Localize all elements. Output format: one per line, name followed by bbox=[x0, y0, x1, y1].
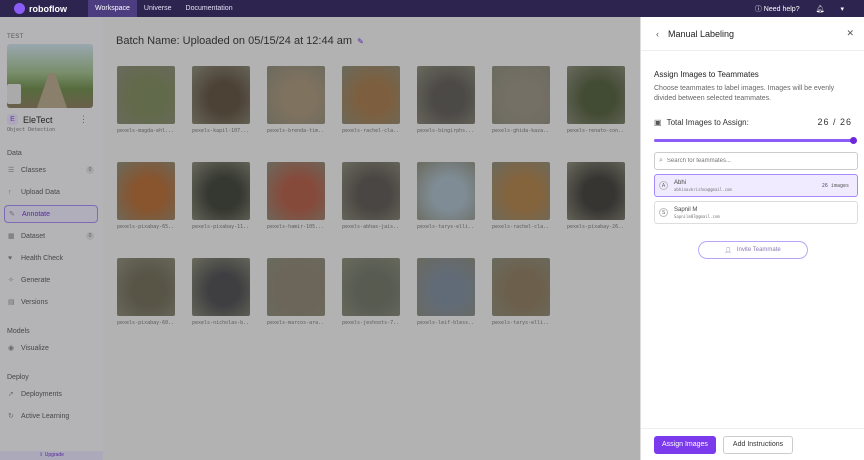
tab-documentation[interactable]: Documentation bbox=[179, 0, 240, 17]
panel-footer: Assign Images Add Instructions bbox=[641, 428, 864, 460]
assign-description: Choose teammates to label images. Images… bbox=[654, 85, 835, 102]
slider-handle[interactable] bbox=[850, 137, 857, 144]
teammate-info: Sapnil M Sapnilm07@gmail.com bbox=[674, 207, 720, 219]
tab-workspace[interactable]: Workspace bbox=[88, 0, 137, 17]
add-user-icon: 👤︎ bbox=[724, 247, 732, 254]
back-arrow-icon[interactable]: ‹ bbox=[656, 29, 659, 39]
teammate-search[interactable]: ⌕ bbox=[654, 152, 858, 170]
teammate-image-count: 26 images bbox=[821, 182, 849, 189]
teammate-name: Sapnil M bbox=[674, 206, 698, 213]
teammate-email: abhinavkrishna@gmail.com bbox=[674, 186, 732, 192]
tab-universe[interactable]: Universe bbox=[137, 0, 179, 17]
total-count: 26 / 26 bbox=[817, 117, 852, 127]
teammate-row[interactable]: S Sapnil M Sapnilm07@gmail.com bbox=[654, 201, 858, 224]
assigned-count: 26 bbox=[817, 117, 830, 127]
notifications-bell-icon[interactable]: 🔔︎ bbox=[816, 5, 825, 13]
help-icon: ⓘ bbox=[754, 5, 762, 13]
teammate-email: Sapnilm07@gmail.com bbox=[674, 213, 720, 219]
available-count: 26 bbox=[839, 117, 852, 127]
search-icon: ⌕ bbox=[659, 157, 663, 164]
roboflow-logo-icon bbox=[14, 3, 25, 14]
teammate-search-input[interactable] bbox=[666, 158, 837, 164]
brand-name: roboflow bbox=[29, 3, 67, 14]
manual-labeling-panel: ‹ Manual Labeling ✕ Assign Images to Tea… bbox=[640, 17, 864, 460]
assign-heading: Assign Images to Teammates bbox=[654, 70, 759, 79]
modal-backdrop[interactable] bbox=[0, 17, 640, 460]
panel-header: ‹ Manual Labeling ✕ bbox=[641, 17, 864, 51]
teammate-row[interactable]: A Abhi abhinavkrishna@gmail.com 26 image… bbox=[654, 174, 858, 197]
close-icon[interactable]: ✕ bbox=[846, 28, 854, 39]
teammate-list: A Abhi abhinavkrishna@gmail.com 26 image… bbox=[641, 174, 864, 224]
invite-teammate-button[interactable]: 👤︎ Invite Teammate bbox=[697, 241, 808, 259]
add-instructions-button[interactable]: Add Instructions bbox=[722, 435, 794, 454]
invite-label: Invite Teammate bbox=[736, 247, 781, 253]
total-label: Total Images to Assign: bbox=[666, 117, 749, 127]
assign-images-button[interactable]: Assign Images bbox=[654, 435, 716, 454]
panel-title: Manual Labeling bbox=[668, 28, 735, 39]
account-menu-icon[interactable]: ▾ bbox=[840, 5, 844, 13]
brand-logo[interactable]: roboflow bbox=[0, 3, 88, 14]
teammate-avatar: A bbox=[659, 181, 668, 190]
teammate-info: Abhi abhinavkrishna@gmail.com bbox=[674, 180, 732, 192]
total-images-row: ▣ Total Images to Assign: 26 / 26 bbox=[641, 104, 864, 127]
assign-slider[interactable] bbox=[654, 137, 857, 144]
help-link[interactable]: ⓘ Need help? bbox=[755, 4, 800, 14]
help-label: Need help? bbox=[763, 5, 800, 13]
top-navigation-bar: roboflow Workspace Universe Documentatio… bbox=[0, 0, 864, 17]
teammate-avatar: S bbox=[659, 208, 668, 217]
images-icon: ▣ bbox=[654, 117, 662, 127]
teammate-name: Abhi bbox=[674, 179, 687, 186]
